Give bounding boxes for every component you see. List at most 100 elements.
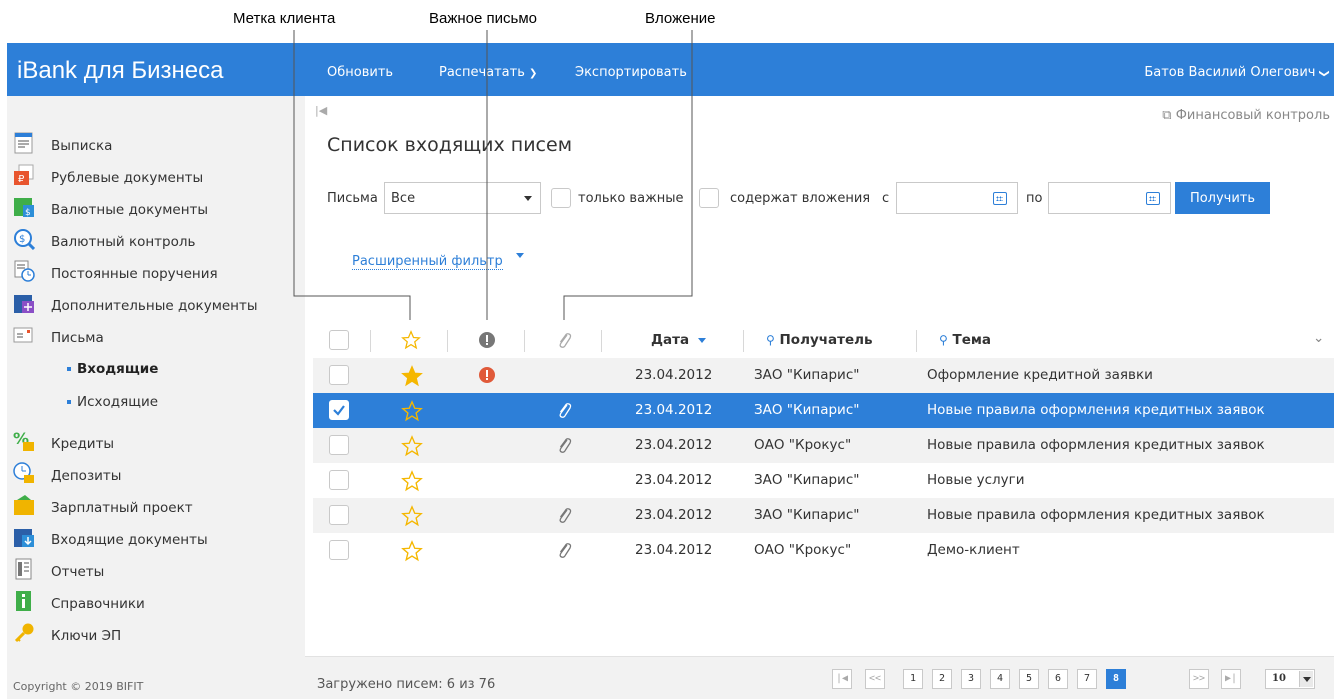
- table-row[interactable]: 23.04.2012 ОАО "Крокус" Демо-клиент: [313, 533, 1334, 568]
- row-date: 23.04.2012: [635, 437, 713, 453]
- refresh-button[interactable]: Обновить: [327, 65, 393, 80]
- chevron-down-icon: ❯: [1318, 69, 1330, 78]
- sidebar-item-directories[interactable]: Справочники: [7, 588, 305, 620]
- attachment-column-icon[interactable]: [555, 331, 573, 349]
- page-button[interactable]: 8: [1106, 669, 1126, 689]
- row-recipient: ЗАО "Кипарис": [754, 402, 860, 418]
- date-from-input[interactable]: [896, 182, 1018, 214]
- only-important-checkbox[interactable]: [551, 188, 571, 208]
- important-icon[interactable]: [478, 366, 496, 384]
- sidebar-item-label: Входящие документы: [51, 532, 208, 548]
- get-button[interactable]: Получить: [1175, 182, 1270, 214]
- column-menu-chevron-icon[interactable]: ⌄: [1313, 330, 1324, 346]
- attachment-icon[interactable]: [555, 401, 573, 419]
- chevron-down-icon[interactable]: [516, 253, 524, 258]
- sidebar-item-label: Депозиты: [51, 468, 122, 484]
- advanced-filter-link[interactable]: Расширенный фильтр: [352, 254, 503, 270]
- external-link-icon: ⧉: [1162, 108, 1172, 123]
- star-icon[interactable]: [401, 365, 423, 387]
- export-button[interactable]: Экспортировать: [575, 65, 687, 80]
- row-date: 23.04.2012: [635, 542, 713, 558]
- prev-pages-icon[interactable]: <<: [865, 669, 885, 689]
- row-checkbox[interactable]: [329, 400, 349, 420]
- recipient-column-header[interactable]: ⚲ Получатель: [766, 332, 873, 348]
- first-page-icon[interactable]: |◀: [832, 669, 852, 689]
- search-icon[interactable]: ⚲: [939, 333, 948, 347]
- page-button[interactable]: 5: [1019, 669, 1039, 689]
- attachment-icon[interactable]: [555, 436, 573, 454]
- page-button[interactable]: 7: [1077, 669, 1097, 689]
- page-size-select[interactable]: 10: [1265, 669, 1315, 689]
- sidebar-item-label: Постоянные поручения: [51, 266, 218, 282]
- select-all-checkbox[interactable]: [329, 330, 349, 350]
- fin-control-link[interactable]: ⧉ Финансовый контроль: [1162, 108, 1330, 123]
- row-date: 23.04.2012: [635, 367, 713, 383]
- next-pages-icon[interactable]: >>: [1189, 669, 1209, 689]
- star-icon[interactable]: [401, 540, 423, 562]
- sidebar-item-reports[interactable]: Отчеты: [7, 556, 305, 588]
- attachment-icon[interactable]: [555, 506, 573, 524]
- sidebar-item-letters[interactable]: Письма: [7, 322, 305, 354]
- date-from-label: с: [882, 191, 890, 206]
- sidebar-item-standing-orders[interactable]: Постоянные поручения: [7, 258, 305, 290]
- table-row[interactable]: 23.04.2012 ОАО "Крокус" Новые правила офор…: [313, 428, 1334, 463]
- page-button[interactable]: 3: [961, 669, 981, 689]
- search-icon[interactable]: ⚲: [766, 333, 775, 347]
- table-row[interactable]: 23.04.2012 ЗАО "Кипарис" Новые услуги: [313, 463, 1334, 498]
- important-column-icon[interactable]: [478, 331, 496, 349]
- page-button[interactable]: 1: [903, 669, 923, 689]
- star-column-icon[interactable]: [401, 330, 421, 350]
- attachment-icon[interactable]: [555, 541, 573, 559]
- sidebar-subitem-incoming[interactable]: Входящие: [67, 361, 158, 377]
- sort-desc-icon: [697, 337, 706, 343]
- print-button[interactable]: Распечатать ❯: [439, 65, 537, 80]
- currency-control-icon: $: [14, 229, 35, 250]
- sidebar-item-currency-docs[interactable]: $ Валютные документы: [7, 194, 305, 226]
- row-checkbox[interactable]: [329, 365, 349, 385]
- sidebar-subitem-outgoing[interactable]: Исходящие: [67, 394, 158, 410]
- sidebar-item-salary-project[interactable]: Зарплатный проект: [7, 492, 305, 524]
- chevron-down-icon: [1299, 671, 1313, 687]
- star-icon[interactable]: [401, 435, 423, 457]
- page-button[interactable]: 2: [932, 669, 952, 689]
- has-attachments-checkbox[interactable]: [699, 188, 719, 208]
- sidebar-item-keys[interactable]: Ключи ЭП: [7, 620, 305, 652]
- sidebar-item-currency-control[interactable]: $ Валютный контроль: [7, 226, 305, 258]
- table-row[interactable]: 23.04.2012 ЗАО "Кипарис" Новые правила офо…: [313, 393, 1334, 428]
- table-row[interactable]: 23.04.2012 ЗАО "Кипарис" Новые правила офо…: [313, 498, 1334, 533]
- date-to-input[interactable]: [1048, 182, 1171, 214]
- brand-logo[interactable]: iBank для Бизнеса: [17, 57, 223, 85]
- sidebar-item-incoming-docs[interactable]: Входящие документы: [7, 524, 305, 556]
- collapse-sidebar-icon[interactable]: |◀: [315, 104, 327, 117]
- row-checkbox[interactable]: [329, 505, 349, 525]
- date-column-header[interactable]: Дата: [651, 332, 706, 348]
- letters-filter-select[interactable]: Все: [384, 182, 541, 214]
- star-icon[interactable]: [401, 505, 423, 527]
- sidebar-item-additional-docs[interactable]: Дополнительные документы: [7, 290, 305, 322]
- page-button[interactable]: 6: [1048, 669, 1068, 689]
- page-title: Список входящих писем: [327, 134, 573, 156]
- table-row[interactable]: 23.04.2012 ЗАО "Кипарис" Оформление кредит…: [313, 358, 1334, 393]
- sidebar-item-statement[interactable]: Выписка: [7, 130, 305, 162]
- user-menu[interactable]: Батов Василий Олегович ❯: [1144, 65, 1330, 80]
- last-page-icon[interactable]: ▶|: [1221, 669, 1241, 689]
- star-icon[interactable]: [401, 470, 423, 492]
- row-date: 23.04.2012: [635, 507, 713, 523]
- row-checkbox[interactable]: [329, 470, 349, 490]
- row-checkbox[interactable]: [329, 435, 349, 455]
- table-footer: Загружено писем: 6 из 76 |◀ << 12345678 …: [305, 656, 1334, 699]
- sidebar-item-deposits[interactable]: Депозиты: [7, 460, 305, 492]
- chevron-down-icon: ❯: [529, 68, 538, 79]
- top-bar: iBank для Бизнеса Обновить Распечатать ❯…: [7, 43, 1334, 96]
- page-button[interactable]: 4: [990, 669, 1010, 689]
- calendar-icon[interactable]: [993, 192, 1007, 205]
- user-name: Батов Василий Олегович: [1144, 65, 1316, 80]
- sidebar-item-ruble-docs[interactable]: ₽ Рублевые документы: [7, 162, 305, 194]
- letters-table: Дата ⚲ Получатель ⚲ Тема ⌄ 23.04.2012 ЗАО…: [313, 322, 1334, 568]
- sidebar-item-credits[interactable]: % Кредиты: [7, 428, 305, 460]
- row-recipient: ЗАО "Кипарис": [754, 507, 860, 523]
- subject-column-header[interactable]: ⚲ Тема: [939, 332, 991, 348]
- calendar-icon[interactable]: [1146, 192, 1160, 205]
- row-checkbox[interactable]: [329, 540, 349, 560]
- star-icon[interactable]: [401, 400, 423, 422]
